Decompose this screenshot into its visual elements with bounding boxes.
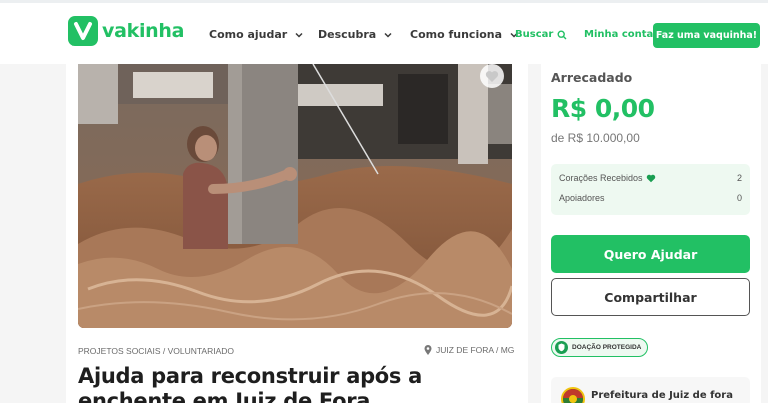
stat-value: 2 xyxy=(736,173,742,183)
stat-hearts: Corações Recebidos 2 xyxy=(559,173,742,183)
heart-icon xyxy=(485,70,499,82)
organizer-name: Prefeitura de Juiz de fora xyxy=(591,390,733,401)
vakinha-logo[interactable]: vakinha xyxy=(68,16,184,46)
search-icon xyxy=(557,29,567,39)
stat-value: 0 xyxy=(736,193,742,203)
logo-text: vakinha xyxy=(102,20,185,42)
raised-value: R$ 0,00 xyxy=(551,94,655,123)
donate-button[interactable]: Quero Ajudar xyxy=(551,235,750,273)
search-label: Buscar xyxy=(515,29,554,40)
chevron-down-icon xyxy=(295,32,303,38)
shield-icon xyxy=(555,341,568,354)
search-button[interactable]: Buscar xyxy=(515,29,567,40)
favorite-button[interactable] xyxy=(480,64,504,88)
chevron-down-icon xyxy=(384,32,392,38)
share-button[interactable]: Compartilhar xyxy=(551,278,750,316)
goal-amount: de R$ 10.000,00 xyxy=(551,131,640,145)
nav-item-label: Como funciona xyxy=(410,28,503,41)
nav-como-funciona[interactable]: Como funciona xyxy=(410,28,519,41)
campaign-category[interactable]: PROJETOS SOCIAIS / VOLUNTARIADO xyxy=(78,346,234,356)
nav-descubra[interactable]: Descubra xyxy=(318,28,393,41)
location-pin-icon xyxy=(424,345,432,355)
organizer-avatar xyxy=(561,387,585,403)
raised-label: Arrecadado xyxy=(551,70,633,85)
protected-label: DOAÇÃO PROTEGIDA xyxy=(572,344,642,351)
campaign-location: JUIZ DE FORA / MG xyxy=(424,345,514,355)
organizer-card[interactable]: Prefeitura de Juiz de fora xyxy=(551,377,750,403)
account-link[interactable]: Minha conta xyxy=(584,29,653,40)
stat-supporters: Apoiadores 0 xyxy=(559,193,742,203)
site-header: vakinha Como ajudar Descubra Como funcio… xyxy=(0,0,768,64)
heart-icon xyxy=(646,174,655,182)
campaign-image xyxy=(78,64,512,328)
stat-label: Corações Recebidos xyxy=(559,173,643,183)
nav-como-ajudar[interactable]: Como ajudar xyxy=(209,28,304,41)
logo-mark-icon xyxy=(68,16,98,46)
location-label: JUIZ DE FORA / MG xyxy=(436,345,515,355)
campaign-title: Ajuda para reconstruir após a enchente e… xyxy=(78,364,423,403)
stat-label: Apoiadores xyxy=(559,193,605,203)
nav-item-label: Como ajudar xyxy=(209,28,288,41)
create-campaign-button[interactable]: Faz uma vaquinha! xyxy=(653,23,760,48)
protected-donation-badge: DOAÇÃO PROTEGIDA xyxy=(551,338,649,357)
nav-item-label: Descubra xyxy=(318,28,377,41)
account-label: Minha conta xyxy=(584,29,654,40)
stats-box: Corações Recebidos 2 Apoiadores 0 xyxy=(551,164,750,215)
